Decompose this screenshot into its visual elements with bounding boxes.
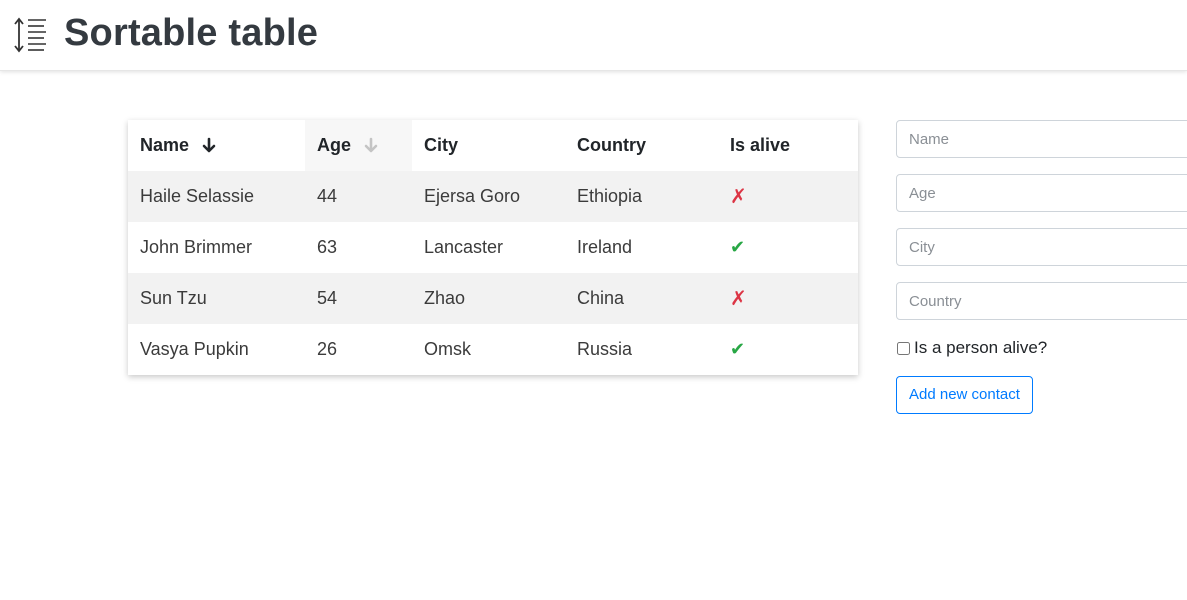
city-input[interactable] <box>896 228 1187 266</box>
name-input[interactable] <box>896 120 1187 158</box>
cell-age: 26 <box>317 339 338 359</box>
arrow-down-icon <box>202 137 216 153</box>
cell-name: Sun Tzu <box>128 273 305 324</box>
alive-checkbox-row: Is a person alive? <box>896 336 1187 360</box>
table-row: Vasya Pupkin 26 Omsk Russia ✔ <box>128 324 858 375</box>
cell-country: China <box>565 273 718 324</box>
cell-country: Ethiopia <box>565 171 718 222</box>
table-row: Sun Tzu 54 Zhao China ✗ <box>128 273 858 324</box>
cell-city: Lancaster <box>424 237 504 257</box>
country-input[interactable] <box>896 282 1187 320</box>
table-header-row: Name Age City Country Is alive <box>128 120 858 171</box>
cell-city: Zhao <box>412 273 565 324</box>
column-header-label: Name <box>140 135 190 155</box>
cross-icon: ✗ <box>730 186 747 208</box>
check-icon: ✔ <box>730 237 746 257</box>
cell-name: Vasya Pupkin <box>140 339 249 359</box>
cell-city: Ejersa Goro <box>412 171 565 222</box>
cell-country: Russia <box>577 339 633 359</box>
column-header-city[interactable]: City <box>412 120 565 171</box>
column-header-age[interactable]: Age <box>305 120 412 171</box>
cell-name: John Brimmer <box>140 237 253 257</box>
cell-is-alive: ✔ <box>718 222 858 273</box>
table-row: Haile Selassie 44 Ejersa Goro Ethiopia ✗ <box>128 171 858 222</box>
alive-checkbox-label: Is a person alive? <box>914 338 1048 357</box>
cell-age: 54 <box>305 273 412 324</box>
column-header-label: City <box>424 135 459 155</box>
cell-country: Ireland <box>577 237 633 257</box>
page-title: Sortable table <box>64 12 319 54</box>
column-header-country[interactable]: Country <box>565 120 718 171</box>
cell-age: 63 <box>317 237 338 257</box>
cross-icon: ✗ <box>730 288 747 310</box>
contacts-table-card: Name Age City Country Is alive Haile Sel… <box>128 120 858 375</box>
table-row: John Brimmer 63 Lancaster Ireland ✔ <box>128 222 858 273</box>
check-icon: ✔ <box>730 339 746 359</box>
contacts-table: Name Age City Country Is alive Haile Sel… <box>128 120 858 375</box>
cell-is-alive: ✗ <box>718 171 858 222</box>
top-bar: Sortable table <box>0 0 1187 71</box>
column-header-name[interactable]: Name <box>128 120 305 171</box>
column-header-is-alive[interactable]: Is alive <box>718 120 858 171</box>
column-header-label: Country <box>577 135 646 155</box>
add-contact-button[interactable]: Add new contact <box>896 376 1033 414</box>
column-header-label: Age <box>317 135 352 155</box>
cell-city: Omsk <box>424 339 471 359</box>
cell-is-alive: ✔ <box>718 324 858 375</box>
add-contact-form: Is a person alive? Add new contact <box>896 120 1187 414</box>
arrow-down-icon <box>364 137 378 153</box>
cell-is-alive: ✗ <box>718 273 858 324</box>
cell-age: 44 <box>305 171 412 222</box>
sort-vertical-lines-icon <box>14 17 46 53</box>
cell-name: Haile Selassie <box>128 171 305 222</box>
column-header-label: Is alive <box>730 135 791 155</box>
alive-checkbox[interactable] <box>897 341 910 355</box>
age-input[interactable] <box>896 174 1187 212</box>
